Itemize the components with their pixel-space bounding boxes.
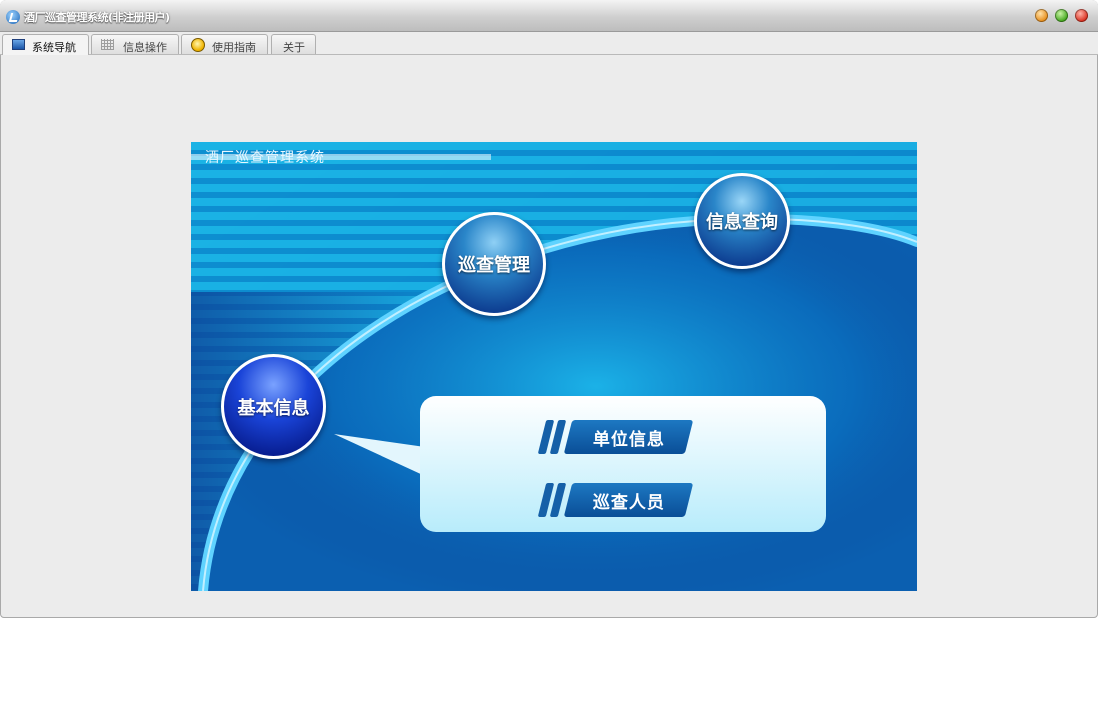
close-button[interactable] (1075, 9, 1088, 22)
info-query-node[interactable]: 信息查询 (694, 173, 790, 269)
unit-info-button[interactable]: 单位信息 (537, 420, 694, 454)
unit-info-pill: 单位信息 (563, 420, 694, 454)
tab-label: 系统导航 (32, 41, 76, 54)
app-logo-icon (6, 10, 20, 24)
tab-bar: 系统导航 信息操作 使用指南 关于 (0, 32, 1098, 55)
tab-about[interactable]: 关于 (271, 34, 316, 54)
tab-user-guide[interactable]: 使用指南 (181, 34, 268, 54)
tab-info-operation[interactable]: 信息操作 (91, 34, 179, 54)
grid-icon (101, 39, 114, 50)
tab-label: 关于 (283, 41, 305, 54)
patrol-staff-label: 巡查人员 (592, 492, 665, 513)
patrol-management-node[interactable]: 巡查管理 (442, 212, 546, 316)
lightbulb-icon (191, 38, 205, 52)
monitor-icon (12, 39, 25, 50)
basic-info-node[interactable]: 基本信息 (221, 354, 326, 459)
maximize-button[interactable] (1055, 9, 1068, 22)
patrol-staff-button[interactable]: 巡查人员 (537, 483, 694, 517)
app-window: 酒厂巡查管理系统(非注册用户) 系统导航 信息操作 使用指南 关于 酒厂巡查管理… (0, 0, 1098, 618)
tab-label: 信息操作 (123, 41, 167, 54)
window-title: 酒厂巡查管理系统(非注册用户) (24, 11, 170, 24)
banner-title: 酒厂巡查管理系统 (205, 150, 325, 166)
unit-info-label: 单位信息 (592, 429, 665, 450)
patrol-staff-pill: 巡查人员 (563, 483, 694, 517)
title-bar: 酒厂巡查管理系统(非注册用户) (0, 0, 1098, 32)
tab-label: 使用指南 (212, 41, 256, 54)
tab-system-navigation[interactable]: 系统导航 (2, 34, 89, 55)
minimize-button[interactable] (1035, 9, 1048, 22)
